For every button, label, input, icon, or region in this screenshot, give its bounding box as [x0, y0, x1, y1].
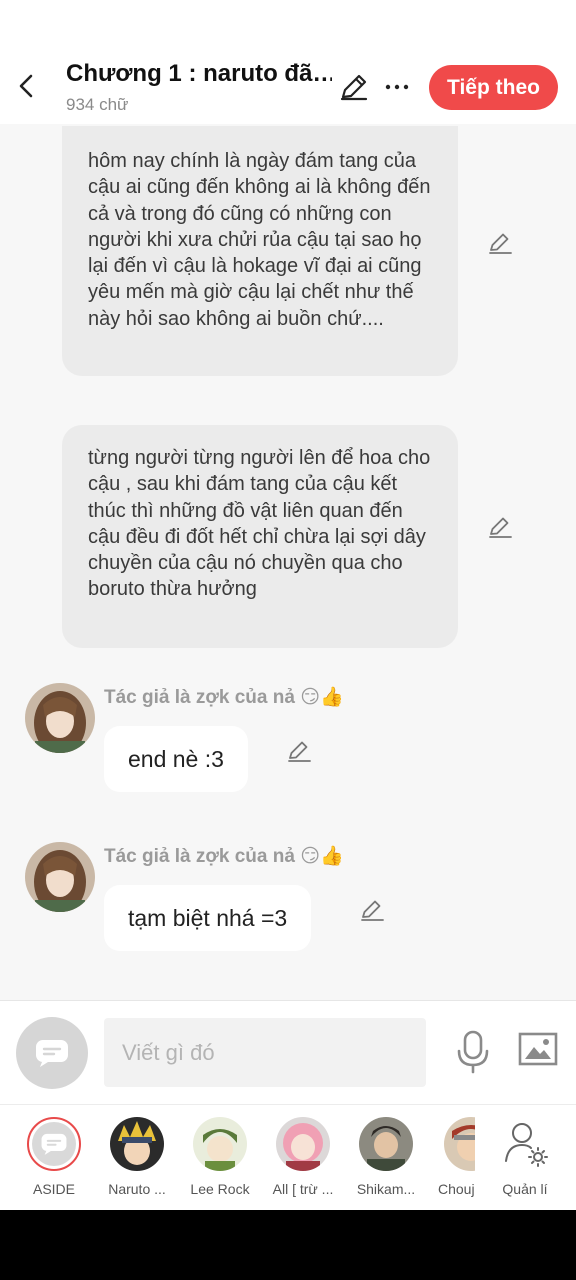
avatar[interactable] — [25, 842, 95, 912]
word-count: 934 chữ — [66, 95, 129, 114]
character-naruto[interactable]: Naruto ... — [101, 1117, 173, 1207]
character-lee-rock[interactable]: Lee Rock — [184, 1117, 256, 1207]
character-name: Shikam... — [356, 1181, 416, 1197]
edit-narration-button[interactable] — [487, 230, 515, 258]
aside-toggle-button[interactable] — [16, 1017, 88, 1089]
next-chapter-button[interactable]: Tiếp theo — [429, 65, 558, 110]
pencil-icon — [489, 233, 512, 254]
back-button[interactable] — [10, 68, 42, 104]
character-portrait-icon — [25, 842, 95, 912]
character-name: Chouj — [438, 1181, 475, 1197]
user-settings-icon — [505, 1123, 548, 1167]
narration-bubble[interactable]: từng người từng người lên để hoa cho cậu… — [62, 425, 458, 648]
character-portrait-icon — [25, 683, 95, 753]
ellipsis-icon — [385, 84, 409, 90]
character-avatar — [27, 1117, 81, 1171]
manage-label: Quản lí — [502, 1181, 548, 1197]
sender-name: Tác giả là zợk của nả 😏👍 — [104, 687, 344, 708]
story-chat-area[interactable]: hôm nay chính là ngày đám tang của cậu a… — [0, 124, 576, 1000]
character-avatar — [193, 1117, 247, 1171]
edit-message-button[interactable] — [286, 738, 314, 766]
chevron-left-icon — [19, 74, 33, 98]
character-avatar — [110, 1117, 164, 1171]
pencil-icon — [489, 517, 512, 538]
microphone-icon — [457, 1030, 489, 1074]
pencil-icon — [361, 900, 384, 921]
character-avatar — [276, 1117, 330, 1171]
chat-bubble-icon — [36, 1040, 68, 1067]
edit-message-button[interactable] — [359, 897, 387, 925]
system-navigation-bar — [0, 1210, 576, 1280]
character-name: Lee Rock — [190, 1181, 250, 1197]
voice-input-button[interactable] — [452, 1029, 494, 1075]
insert-image-button[interactable] — [518, 1031, 562, 1071]
character-avatar — [359, 1117, 413, 1171]
pencil-icon — [340, 74, 368, 101]
image-icon — [518, 1032, 558, 1066]
pencil-icon — [288, 741, 311, 762]
edit-chapter-button[interactable] — [338, 72, 372, 104]
manage-characters-button[interactable]: Quản lí — [489, 1117, 561, 1207]
character-avatar — [444, 1117, 475, 1171]
edit-narration-button[interactable] — [487, 514, 515, 542]
character-all[interactable]: All [ trừ ... — [267, 1117, 339, 1207]
character-aside[interactable]: ASIDE — [18, 1117, 90, 1207]
manage-icon-wrap — [498, 1117, 552, 1171]
character-chouji[interactable]: Chouj — [433, 1117, 475, 1207]
character-shikamaru[interactable]: Shikam... — [350, 1117, 422, 1207]
chapter-header: Chương 1 : naruto đã… 934 chữ Tiếp theo — [0, 0, 576, 124]
avatar[interactable] — [25, 683, 95, 753]
narration-bubble[interactable]: hôm nay chính là ngày đám tang của cậu a… — [62, 126, 458, 376]
composer-bar — [0, 1000, 576, 1104]
chapter-title[interactable]: Chương 1 : naruto đã… — [66, 60, 332, 88]
message-bubble[interactable]: end nè :3 — [104, 726, 248, 792]
message-input[interactable] — [104, 1018, 426, 1087]
character-name: Naruto ... — [108, 1181, 166, 1197]
character-name: ASIDE — [32, 1181, 75, 1197]
more-options-button[interactable] — [382, 72, 412, 102]
character-name: All [ trừ ... — [272, 1181, 334, 1197]
character-selector: ASIDE Naruto ... Lee Rock All [ trừ ... … — [0, 1104, 576, 1210]
sender-name: Tác giả là zợk của nả 😏👍 — [104, 846, 344, 867]
message-bubble[interactable]: tạm biệt nhá =3 — [104, 885, 312, 951]
chat-bubble-icon — [41, 1133, 67, 1155]
